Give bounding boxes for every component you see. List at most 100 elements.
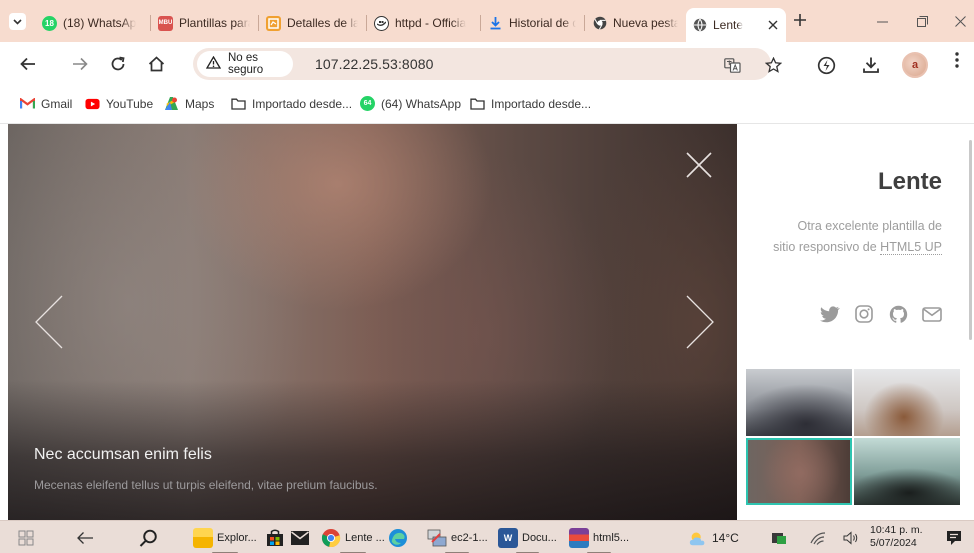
- detalles-icon: [266, 15, 281, 31]
- bookmark-label: Gmail: [41, 96, 73, 111]
- wifi-status[interactable]: [810, 527, 826, 549]
- page-scrollbar[interactable]: [966, 124, 974, 520]
- speaker-icon: [843, 531, 858, 545]
- taskbar-edge[interactable]: [388, 527, 408, 549]
- taskbar-back-button[interactable]: [76, 527, 94, 549]
- site-tagline: Otra excelente plantilla de sitio respon…: [772, 216, 942, 258]
- translate-icon[interactable]: [723, 56, 741, 74]
- weather-widget[interactable]: 14°C: [688, 527, 739, 549]
- clock-time: 10:41 p. m.: [870, 524, 923, 536]
- forward-button[interactable]: [66, 50, 94, 78]
- tab-search-button[interactable]: [9, 13, 26, 30]
- thumbnail[interactable]: [854, 369, 960, 436]
- whatsapp-icon: 18: [42, 15, 57, 31]
- bookmark-folder-imported-2[interactable]: Importado desde...: [470, 96, 591, 111]
- search-icon: [139, 529, 157, 547]
- back-button[interactable]: [14, 50, 42, 78]
- thumbnail-active[interactable]: [746, 438, 852, 505]
- new-tab-button[interactable]: [793, 10, 807, 33]
- tray-app-icon[interactable]: [771, 527, 787, 549]
- thumbnail[interactable]: [746, 369, 852, 436]
- tab-whatsapp[interactable]: 18 (18) WhatsAp: [36, 8, 144, 38]
- bookmark-maps[interactable]: Maps: [164, 96, 214, 111]
- taskbar-mail[interactable]: [290, 527, 310, 549]
- reload-icon: [111, 56, 125, 71]
- browser-menu-button[interactable]: [955, 52, 959, 72]
- chrome-icon: [321, 528, 341, 548]
- tab-lente[interactable]: Lente: [686, 8, 786, 42]
- tab-httpd[interactable]: httpd - Officia: [368, 8, 478, 38]
- tab-separator: [366, 15, 367, 31]
- winrar-icon: [569, 528, 589, 548]
- taskbar-file-explorer[interactable]: Explor...: [193, 527, 257, 553]
- minimize-button[interactable]: [877, 14, 888, 30]
- tab-title: httpd - Officia: [395, 16, 467, 30]
- browser-toolbar: No es seguro 107.22.25.53:8080: [0, 42, 974, 86]
- file-explorer-icon: [193, 528, 213, 548]
- downloads-icon[interactable]: [860, 54, 882, 76]
- html5up-link[interactable]: HTML5 UP: [880, 240, 942, 255]
- bookmark-label: Importado desde...: [252, 96, 353, 111]
- bookmark-folder-imported-1[interactable]: Importado desde...: [231, 96, 352, 111]
- arrow-left-icon: [77, 532, 93, 544]
- security-label: No es seguro: [228, 52, 264, 76]
- volume-control[interactable]: [843, 527, 859, 549]
- youtube-icon: [85, 96, 100, 111]
- tab-close-button[interactable]: [768, 18, 778, 33]
- close-window-button[interactable]: [955, 14, 966, 30]
- bookmark-gmail[interactable]: Gmail: [20, 96, 72, 111]
- whatsapp-icon: 64: [360, 96, 375, 111]
- maximize-button[interactable]: [917, 14, 928, 30]
- twitter-icon[interactable]: [820, 304, 840, 324]
- security-chip[interactable]: No es seguro: [197, 51, 293, 77]
- profile-avatar[interactable]: a: [902, 52, 928, 78]
- tab-title: Historial de d: [509, 16, 576, 30]
- bookmark-label: YouTube: [106, 96, 154, 111]
- address-bar[interactable]: No es seguro 107.22.25.53:8080: [193, 48, 782, 80]
- notifications-button[interactable]: [946, 527, 962, 549]
- close-icon[interactable]: [685, 151, 713, 179]
- home-button[interactable]: [142, 50, 170, 78]
- thumbnail[interactable]: [854, 438, 960, 505]
- scrollbar-thumb[interactable]: [969, 140, 972, 340]
- image-viewer: Nec accumsan enim felis Mecenas eleifend…: [8, 124, 737, 520]
- windows-icon: [18, 530, 34, 546]
- word-icon: W: [498, 528, 518, 548]
- taskbar-search-button[interactable]: [139, 527, 158, 549]
- minimize-icon: [877, 21, 888, 23]
- site-logo: Lente: [877, 168, 942, 195]
- tab-detalles[interactable]: Detalles de la: [260, 8, 364, 38]
- plantillas-icon: MBU: [158, 15, 173, 31]
- url-text[interactable]: 107.22.25.53:8080: [315, 56, 433, 72]
- taskbar-store[interactable]: [265, 527, 285, 549]
- chrome-icon: [592, 16, 607, 31]
- chevron-right-icon[interactable]: [683, 294, 717, 350]
- tab-historial[interactable]: Historial de d: [482, 8, 582, 38]
- tab-plantillas[interactable]: MBU Plantillas para: [152, 8, 256, 38]
- tab-nueva-pestana[interactable]: Nueva pestaña: [586, 8, 684, 38]
- partly-cloudy-icon: [688, 528, 708, 548]
- performance-icon[interactable]: [815, 54, 837, 76]
- close-icon: [955, 16, 966, 27]
- reload-button[interactable]: [104, 50, 132, 78]
- envelope-icon[interactable]: [922, 304, 942, 324]
- globe-icon: [692, 18, 707, 33]
- bookmark-star-icon[interactable]: [764, 56, 782, 74]
- notification-icon: [947, 531, 961, 545]
- download-icon: [488, 16, 503, 31]
- chevron-left-icon[interactable]: [32, 294, 66, 350]
- social-icons: [820, 304, 942, 324]
- taskbar-winrar[interactable]: html5...: [569, 527, 629, 553]
- start-button[interactable]: [18, 527, 34, 549]
- instagram-icon[interactable]: [854, 304, 874, 324]
- taskbar-word[interactable]: W Docu...: [498, 527, 557, 553]
- mail-icon: [291, 531, 309, 545]
- taskbar-clock[interactable]: 10:41 p. m. 5/07/2024: [870, 524, 923, 550]
- bookmark-whatsapp[interactable]: 64 (64) WhatsApp: [360, 96, 461, 111]
- github-icon[interactable]: [888, 304, 908, 324]
- windows-taskbar: Explor... Lente ... ec2-1... W Docu... h…: [0, 520, 974, 553]
- tab-separator: [480, 15, 481, 31]
- taskbar-putty[interactable]: ec2-1...: [427, 527, 488, 553]
- taskbar-chrome[interactable]: Lente ...: [321, 527, 385, 553]
- bookmark-youtube[interactable]: YouTube: [85, 96, 153, 111]
